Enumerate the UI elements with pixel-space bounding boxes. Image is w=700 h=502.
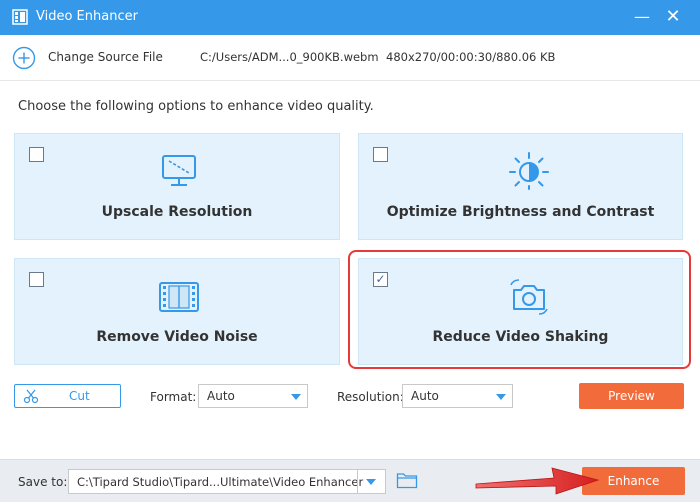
format-value: Auto (207, 389, 235, 403)
option-label: Upscale Resolution (101, 204, 253, 220)
app-icon (12, 9, 28, 25)
add-circle-icon[interactable] (12, 46, 36, 70)
title-bar: Video Enhancer — ✕ (0, 0, 700, 35)
resolution-label: Resolution: (337, 390, 404, 404)
resolution-value: Auto (411, 389, 439, 403)
save-path-value: C:\Tipard Studio\Tipard...Ultimate\Video… (77, 475, 364, 489)
source-file-bar: Change Source File C:/Users/ADM...0_900K… (0, 35, 700, 81)
cut-label: Cut (69, 389, 90, 403)
monitor-icon (162, 155, 196, 186)
highlight-annotation (348, 250, 691, 369)
option-checkbox[interactable] (29, 147, 44, 162)
option-optimize-brightness[interactable]: Optimize Brightness and Contrast (358, 133, 683, 240)
save-to-label: Save to: (18, 475, 68, 489)
option-upscale-resolution[interactable]: Upscale Resolution (14, 133, 340, 240)
source-file-path: C:/Users/ADM...0_900KB.webm (200, 50, 379, 64)
preview-button[interactable]: Preview (579, 383, 684, 409)
option-checkbox[interactable] (29, 272, 44, 287)
option-checkbox[interactable] (373, 147, 388, 162)
format-select[interactable]: Auto (198, 384, 308, 408)
change-source-file-button[interactable]: Change Source File (48, 50, 163, 64)
chevron-down-icon (496, 394, 506, 400)
instruction-text: Choose the following options to enhance … (18, 99, 374, 114)
format-label: Format: (150, 390, 197, 404)
minimize-button[interactable]: — (629, 4, 655, 30)
film-icon (159, 282, 199, 312)
save-path-select[interactable]: C:\Tipard Studio\Tipard...Ultimate\Video… (68, 469, 386, 494)
option-label: Remove Video Noise (96, 329, 258, 345)
option-remove-video-noise[interactable]: Remove Video Noise (14, 258, 340, 365)
cut-button[interactable]: Cut (14, 384, 121, 408)
chevron-down-icon (366, 479, 376, 485)
resolution-select[interactable]: Auto (402, 384, 513, 408)
folder-icon[interactable] (396, 471, 418, 489)
window-title: Video Enhancer (36, 9, 138, 24)
source-file-info: 480x270/00:00:30/880.06 KB (386, 50, 556, 64)
close-button[interactable]: ✕ (660, 4, 686, 30)
chevron-down-icon (291, 394, 301, 400)
brightness-icon (509, 152, 549, 190)
save-path-dropdown[interactable] (357, 470, 385, 493)
red-arrow-annotation (475, 467, 600, 495)
option-label: Optimize Brightness and Contrast (386, 204, 655, 220)
scissors-icon (23, 389, 39, 404)
